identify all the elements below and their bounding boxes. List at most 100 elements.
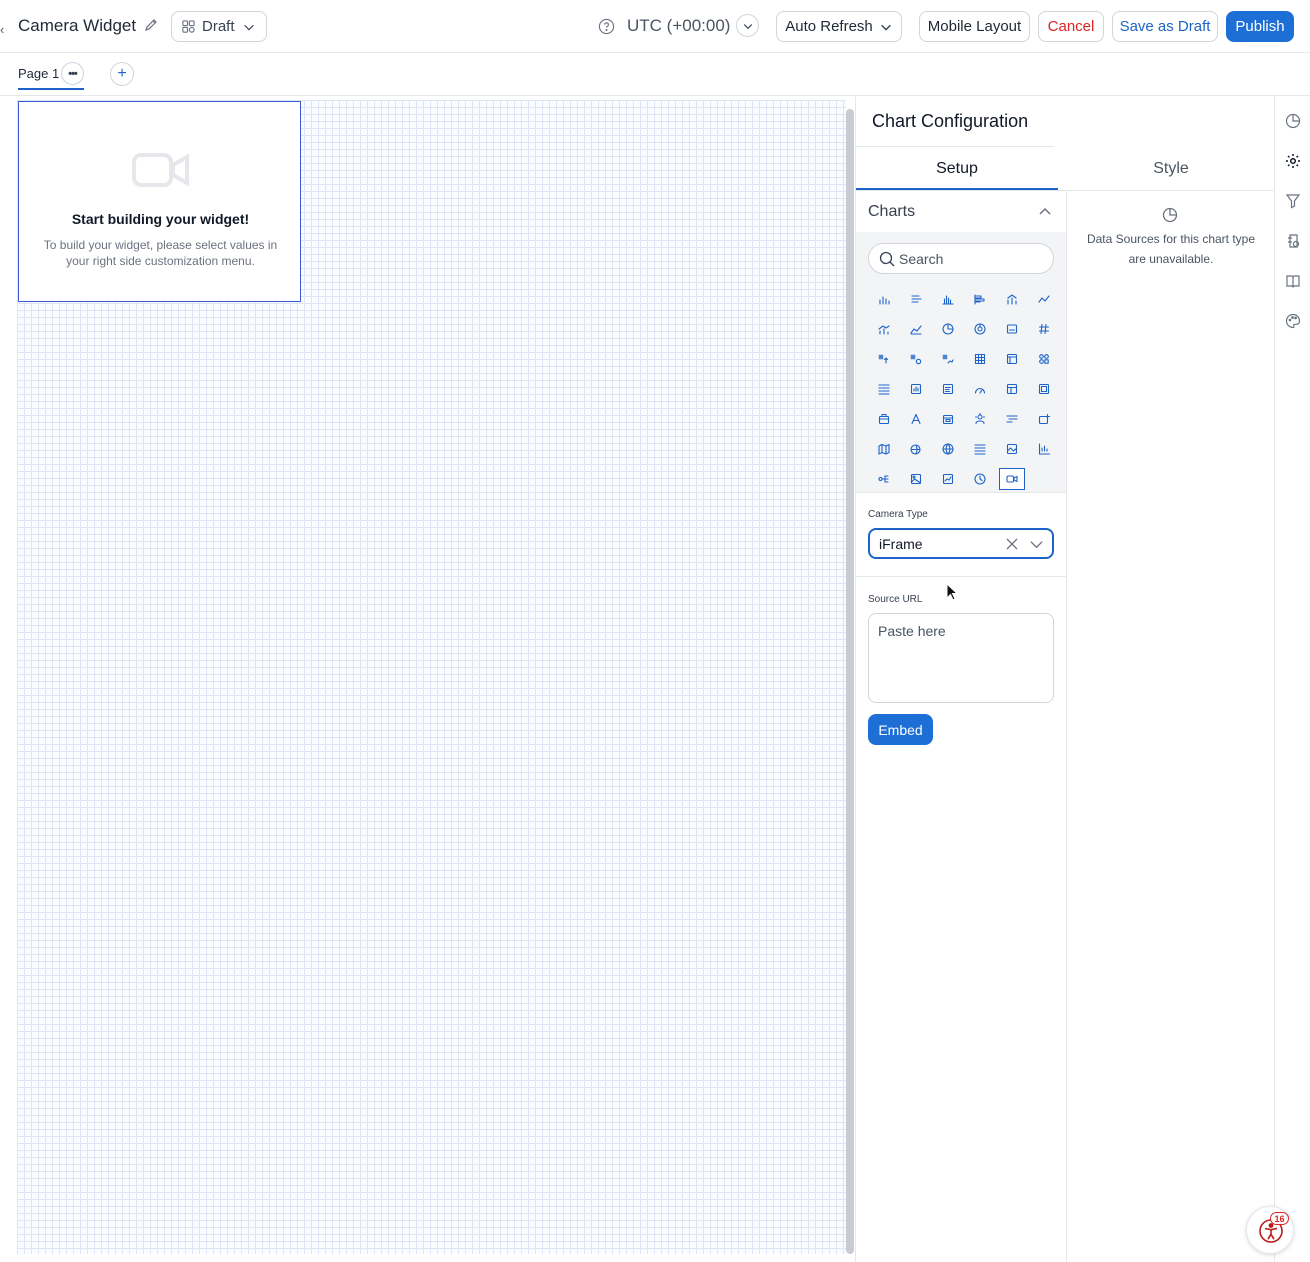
chart-type-globe[interactable] bbox=[932, 434, 964, 464]
chart-type-donut-chart[interactable] bbox=[964, 314, 996, 344]
chart-type-kpi-trend[interactable] bbox=[932, 344, 964, 374]
mouse-cursor-icon bbox=[946, 583, 958, 601]
chart-type-horizontal-bar[interactable] bbox=[900, 284, 932, 314]
auto-refresh-label: Auto Refresh bbox=[785, 18, 873, 35]
filter-icon[interactable] bbox=[1285, 193, 1301, 209]
chart-type-pivot-table[interactable] bbox=[996, 344, 1028, 374]
chart-search-input[interactable] bbox=[899, 249, 1049, 269]
chart-type-icon[interactable] bbox=[1285, 113, 1301, 129]
grid-card-icon bbox=[1038, 383, 1050, 395]
charts-section-header[interactable]: Charts bbox=[856, 191, 1066, 232]
chart-type-scorecard[interactable] bbox=[1028, 344, 1060, 374]
tab-page-1[interactable]: Page 1 bbox=[18, 66, 59, 81]
chart-search[interactable] bbox=[868, 243, 1054, 274]
data-source-icon[interactable] bbox=[1285, 233, 1301, 249]
divider bbox=[856, 576, 1066, 577]
chart-type-camera[interactable] bbox=[996, 464, 1028, 494]
chart-type-gauge[interactable] bbox=[964, 374, 996, 404]
chart-type-image[interactable] bbox=[900, 464, 932, 494]
pivot-table-icon bbox=[1006, 353, 1018, 365]
data-sources-message: Data Sources for this chart type are una… bbox=[1086, 232, 1256, 266]
chart-type-pie-chart[interactable] bbox=[932, 314, 964, 344]
chevron-down-icon bbox=[743, 23, 752, 29]
pie-chart-icon bbox=[942, 323, 954, 335]
chart-type-clock[interactable] bbox=[964, 464, 996, 494]
back-chevron-icon[interactable]: ‹ bbox=[0, 22, 4, 37]
chart-type-grid-card[interactable] bbox=[1028, 374, 1060, 404]
horizontal-bar-icon bbox=[911, 295, 922, 303]
map-icon bbox=[878, 443, 890, 455]
list-icon bbox=[878, 384, 890, 395]
chart-configuration-panel: Chart Configuration Setup Style Charts C… bbox=[855, 96, 1276, 1262]
mobile-layout-button[interactable]: Mobile Layout bbox=[919, 11, 1030, 42]
source-url-input[interactable] bbox=[868, 613, 1054, 703]
chart-type-calendar[interactable] bbox=[932, 404, 964, 434]
chart-type-text-card[interactable] bbox=[932, 374, 964, 404]
status-dropdown[interactable]: Draft bbox=[171, 11, 267, 42]
chevron-down-icon[interactable] bbox=[1029, 537, 1044, 552]
widget-placeholder-title: Start building your widget! bbox=[71, 211, 250, 227]
settings-icon[interactable] bbox=[1285, 153, 1301, 169]
chart-type-text[interactable] bbox=[900, 404, 932, 434]
timezone-label: UTC (+00:00) bbox=[627, 16, 731, 35]
save-as-draft-button[interactable]: Save as Draft bbox=[1112, 11, 1218, 42]
chart-type-axis-chart[interactable] bbox=[1028, 434, 1060, 464]
divider bbox=[856, 492, 1066, 493]
auto-refresh-dropdown[interactable]: Auto Refresh bbox=[776, 11, 902, 42]
chart-type-bar-line[interactable] bbox=[868, 314, 900, 344]
chart-type-map[interactable] bbox=[868, 434, 900, 464]
column-chart-icon bbox=[942, 295, 954, 305]
chart-type-report[interactable] bbox=[900, 374, 932, 404]
cancel-button[interactable]: Cancel bbox=[1038, 11, 1104, 42]
timezone-dropdown[interactable] bbox=[736, 14, 759, 37]
calendar-icon bbox=[942, 414, 954, 425]
clear-icon[interactable] bbox=[1005, 537, 1019, 551]
book-icon[interactable] bbox=[1285, 273, 1301, 289]
camera-type-select[interactable]: iFrame bbox=[868, 528, 1054, 559]
tab-style[interactable]: Style bbox=[1066, 147, 1276, 191]
chart-type-package[interactable] bbox=[1028, 404, 1060, 434]
chart-type-stacked-bar[interactable] bbox=[964, 284, 996, 314]
chart-type-bar-chart[interactable] bbox=[868, 284, 900, 314]
chart-type-kpi-up[interactable] bbox=[868, 344, 900, 374]
combo-chart-icon bbox=[1007, 294, 1017, 305]
chart-type-number[interactable] bbox=[1028, 314, 1060, 344]
tab-setup[interactable]: Setup bbox=[856, 147, 1058, 191]
chart-type-layout[interactable] bbox=[996, 374, 1028, 404]
chart-type-tree[interactable] bbox=[868, 464, 900, 494]
chart-type-table[interactable] bbox=[964, 344, 996, 374]
picture-chart-icon bbox=[942, 473, 954, 485]
chart-type-legend[interactable] bbox=[964, 434, 996, 464]
widget-placeholder-card[interactable]: Start building your widget! To build you… bbox=[18, 101, 301, 302]
chart-type-line-chart[interactable] bbox=[1028, 284, 1060, 314]
chart-icon-row bbox=[868, 284, 1060, 314]
palette-icon[interactable] bbox=[1285, 313, 1301, 329]
chart-type-card[interactable] bbox=[996, 314, 1028, 344]
chart-type-combo-chart[interactable] bbox=[996, 284, 1028, 314]
config-title: Chart Configuration bbox=[872, 111, 1029, 131]
chart-type-globe-pin[interactable] bbox=[900, 434, 932, 464]
chart-type-kpi-compare[interactable] bbox=[900, 344, 932, 374]
add-page-button[interactable]: + bbox=[110, 62, 134, 86]
edit-pencil-icon[interactable] bbox=[143, 17, 159, 33]
chart-type-filter[interactable] bbox=[996, 404, 1028, 434]
publish-button[interactable]: Publish bbox=[1226, 11, 1294, 42]
image-icon bbox=[910, 473, 922, 485]
canvas-scrollbar[interactable] bbox=[846, 109, 854, 1254]
text-card-icon bbox=[942, 383, 954, 395]
status-label: Draft bbox=[202, 18, 235, 35]
chart-type-weather[interactable] bbox=[964, 404, 996, 434]
help-icon[interactable] bbox=[598, 18, 615, 35]
image-gallery-icon bbox=[1006, 443, 1018, 455]
chart-type-image-gallery[interactable] bbox=[996, 434, 1028, 464]
chart-type-list[interactable] bbox=[868, 374, 900, 404]
chart-type-picture-chart[interactable] bbox=[932, 464, 964, 494]
embed-button[interactable]: Embed bbox=[868, 714, 933, 745]
chart-type-box[interactable] bbox=[868, 404, 900, 434]
chart-type-area-chart[interactable] bbox=[900, 314, 932, 344]
chevron-up-icon[interactable] bbox=[1037, 203, 1053, 219]
chart-type-column-chart[interactable] bbox=[932, 284, 964, 314]
layout-icon bbox=[1006, 383, 1018, 395]
page-more-button[interactable]: ••• bbox=[61, 62, 84, 85]
gauge-icon bbox=[974, 387, 986, 394]
